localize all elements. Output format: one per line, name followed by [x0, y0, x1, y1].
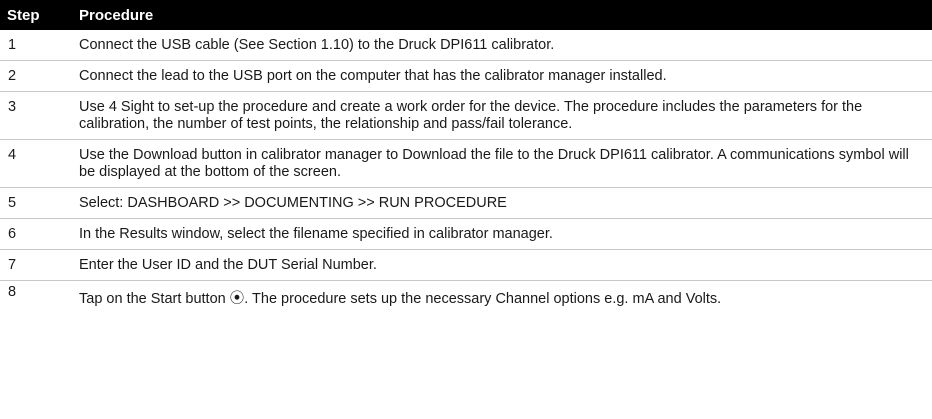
- step-number: 4: [0, 139, 79, 188]
- procedure-text: In the Results window, select the filena…: [79, 218, 932, 250]
- procedure-text: Tap on the Start button ⦿. The procedure…: [79, 291, 722, 307]
- procedure-text: Use 4 Sight to set-up the procedure and …: [79, 91, 932, 140]
- step-number: 6: [0, 218, 79, 250]
- procedure-text: Connect the lead to the USB port on the …: [79, 60, 932, 92]
- procedure-text: Enter the User ID and the DUT Serial Num…: [79, 249, 932, 281]
- table-row: 5 Select: DASHBOARD >> DOCUMENTING >> RU…: [0, 187, 932, 219]
- step-column-header: Step: [0, 0, 79, 30]
- table-row: 7 Enter the User ID and the DUT Serial N…: [0, 249, 932, 281]
- table-row: 8 Tap on the Start button ⦿. The procedu…: [0, 281, 932, 315]
- table-row: 4 Use the Download button in calibrator …: [0, 139, 932, 188]
- step-number: 1: [0, 30, 79, 61]
- table-row: 2 Connect the lead to the USB port on th…: [0, 60, 932, 92]
- step-number: 7: [0, 249, 79, 281]
- step-number: 3: [0, 91, 79, 140]
- table-body: 1 Connect the USB cable (See Section 1.1…: [0, 30, 932, 314]
- table-row: 3 Use 4 Sight to set-up the procedure an…: [0, 91, 932, 140]
- procedure-text: Connect the USB cable (See Section 1.10)…: [79, 30, 932, 61]
- procedure-table: Step Procedure 1 Connect the USB cable (…: [0, 0, 932, 314]
- step-number: 5: [0, 187, 79, 219]
- procedure-column-header: Procedure: [79, 0, 932, 30]
- procedure-text: Use the Download button in calibrator ma…: [79, 139, 932, 188]
- step-number: 2: [0, 60, 79, 92]
- table-header: Step Procedure: [0, 0, 932, 30]
- step-number: 8: [8, 284, 17, 300]
- table-row: 1 Connect the USB cable (See Section 1.1…: [0, 30, 932, 61]
- procedure-text: Select: DASHBOARD >> DOCUMENTING >> RUN …: [79, 187, 932, 219]
- header-row: Step Procedure: [0, 0, 932, 30]
- table-row: 6 In the Results window, select the file…: [0, 218, 932, 250]
